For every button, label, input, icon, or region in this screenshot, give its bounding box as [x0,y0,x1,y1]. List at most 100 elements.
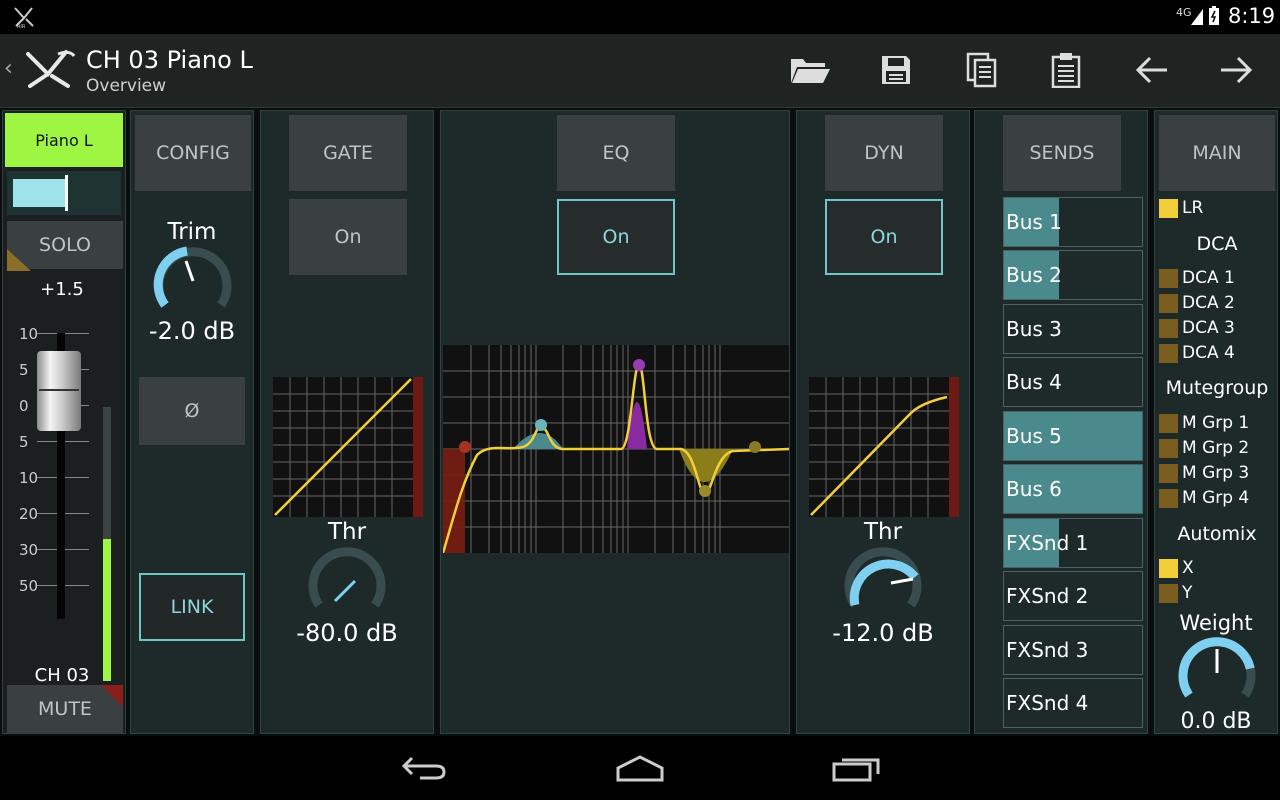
previous-channel-button[interactable] [1130,50,1174,90]
xair-notification-icon: AIR [14,7,34,29]
assign-checkbox [1159,463,1178,483]
phase-invert-button[interactable]: Ø [139,377,245,445]
signal-icon [1191,9,1203,25]
eq-on-button[interactable]: On [557,199,675,275]
system-nav-bar [0,736,1280,800]
page-title: CH 03 Piano L [86,46,253,74]
weight-knob[interactable] [1175,633,1259,705]
send-bus-2[interactable]: Bus 2 [1003,250,1143,300]
assign-label: M Grp 4 [1182,488,1250,508]
assign-checkbox [1159,343,1178,363]
automix-x-assign[interactable]: X [1159,557,1194,579]
channel-id: CH 03 [34,665,90,686]
paste-button[interactable] [1044,50,1088,90]
assign-label: DCA 2 [1182,293,1235,313]
dca-2-assign[interactable]: DCA 2 [1159,292,1235,314]
send-bus-4[interactable]: Bus 4 [1003,357,1143,407]
tab-gate[interactable]: GATE [289,115,407,191]
channel-name-button[interactable]: Piano L [5,113,123,167]
copy-button[interactable] [960,50,1004,90]
level-meter [103,407,111,681]
scale-tick: 20 [19,505,39,523]
pan-control[interactable] [7,171,121,215]
mutegroup-1-assign[interactable]: M Grp 1 [1159,412,1249,434]
scale-tick: 5 [19,433,29,451]
folder-open-icon [791,59,830,83]
trim-knob[interactable] [151,243,235,315]
dyn-thr-value: -12.0 dB [832,619,934,647]
dyn-on-button[interactable]: On [825,199,943,275]
assign-checkbox [1159,583,1178,603]
assign-checkbox [1159,268,1178,288]
pan-indicator [65,175,68,211]
send-fx-2[interactable]: FXSnd 2 [1003,571,1143,621]
channel-fader[interactable] [37,351,81,431]
send-bus-3[interactable]: Bus 3 [1003,304,1143,354]
trim-value: -2.0 dB [148,317,236,345]
assign-label: Y [1182,583,1193,603]
tab-main[interactable]: MAIN [1159,115,1275,191]
home-icon [616,755,664,782]
send-label: Bus 4 [1006,370,1062,394]
send-bus-1[interactable]: Bus 1 [1003,197,1143,247]
back-icon [401,756,446,780]
dca-4-assign[interactable]: DCA 4 [1159,342,1235,364]
up-chevron-icon[interactable]: ‹ [4,56,13,81]
link-button[interactable]: LINK [139,573,245,641]
send-bus-5[interactable]: Bus 5 [1003,411,1143,461]
automix-y-assign[interactable]: Y [1159,582,1192,604]
clock: 8:19 [1228,4,1276,28]
app-bar: ‹ CH 03 Piano L Overview [0,34,1280,108]
arrow-left-icon [1135,56,1167,84]
scale-tick: 50 [19,577,39,595]
nav-home-button[interactable] [610,750,670,786]
mutegroup-3-assign[interactable]: M Grp 3 [1159,462,1249,484]
mutegroup-4-assign[interactable]: M Grp 4 [1159,487,1249,509]
send-fx-4[interactable]: FXSnd 4 [1003,678,1143,728]
open-button[interactable] [788,50,832,90]
page-subtitle: Overview [86,76,167,96]
tab-dyn[interactable]: DYN [825,115,943,191]
assign-checkbox [1159,488,1178,508]
next-channel-button[interactable] [1214,50,1258,90]
eq-graph[interactable] [443,345,789,553]
scale-tick: 10 [19,325,39,343]
send-label: Bus 6 [1006,477,1062,501]
weight-label: Weight [1179,611,1253,635]
nav-recents-button[interactable] [826,750,886,786]
send-list: Bus 1 Bus 2 Bus 3 Bus 4 Bus 5 Bus 6 FXSn… [1001,197,1147,737]
solo-corner-indicator [7,249,31,271]
eq-panel: EQ On [440,110,790,734]
save-button[interactable] [874,50,918,90]
dca-3-assign[interactable]: DCA 3 [1159,317,1235,339]
dyn-graph [809,377,959,517]
send-label: FXSnd 1 [1006,531,1089,555]
dyn-panel: DYN On Thr -12.0 dB [796,110,970,734]
assign-checkbox [1159,198,1178,218]
gate-thr-value: -80.0 dB [296,619,398,647]
scale-tick: 10 [19,469,39,487]
tab-config[interactable]: CONFIG [135,115,251,191]
tab-sends[interactable]: SENDS [1003,115,1121,191]
scale-tick: 30 [19,541,39,559]
send-bus-6[interactable]: Bus 6 [1003,464,1143,514]
pan-fill [13,179,67,207]
copy-icon [966,52,997,88]
mutegroup-2-assign[interactable]: M Grp 2 [1159,437,1249,459]
send-fx-3[interactable]: FXSnd 3 [1003,625,1143,675]
dyn-threshold-knob[interactable] [841,543,925,615]
gate-graph [273,377,423,517]
lr-assign[interactable]: LR [1159,197,1203,219]
save-icon [882,56,910,84]
dyn-thr-label: Thr [863,519,903,545]
tab-eq[interactable]: EQ [557,115,675,191]
channel-strip: Piano L SOLO +1.5 10 5 0 5 10 20 30 50 C… [2,110,126,734]
nav-back-button[interactable] [394,750,454,786]
scale-tick: 5 [19,361,29,379]
gate-threshold-knob[interactable] [305,543,389,615]
gate-on-button[interactable]: On [289,199,407,275]
assign-checkbox [1159,438,1178,458]
dca-1-assign[interactable]: DCA 1 [1159,267,1235,289]
send-fx-1[interactable]: FXSnd 1 [1003,518,1143,568]
xair-logo[interactable] [22,46,78,96]
